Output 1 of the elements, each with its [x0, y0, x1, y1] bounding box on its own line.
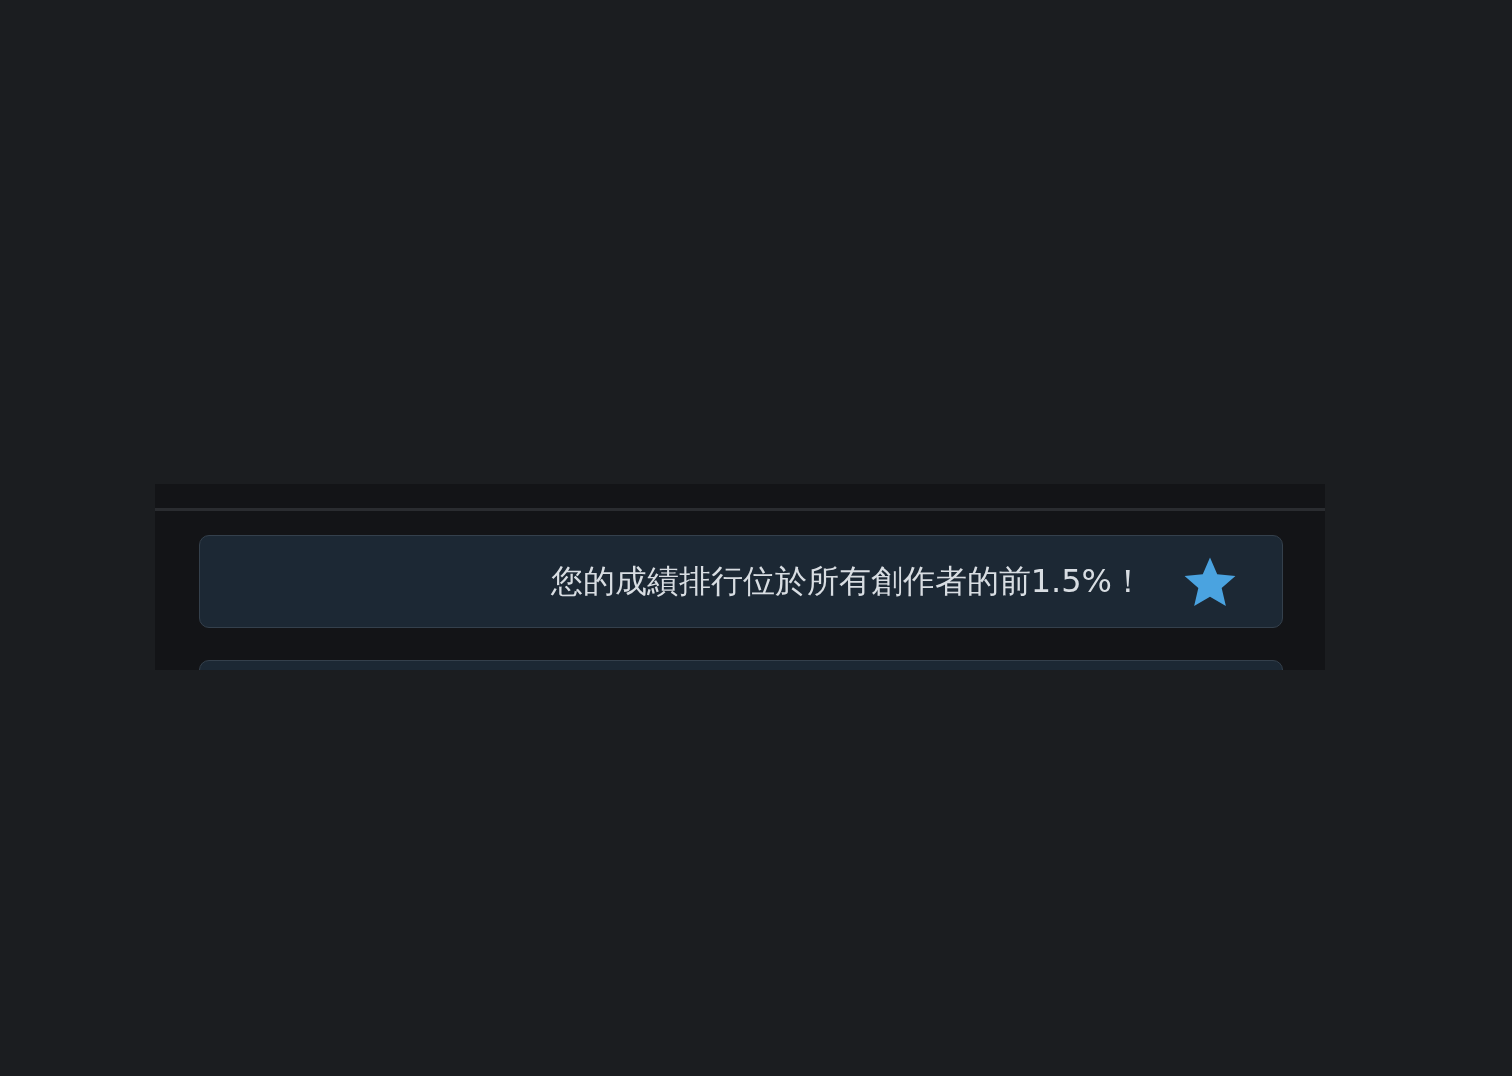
notice-text: 您的成績排行位於所有創作者的前1.5%！	[550, 560, 1144, 602]
